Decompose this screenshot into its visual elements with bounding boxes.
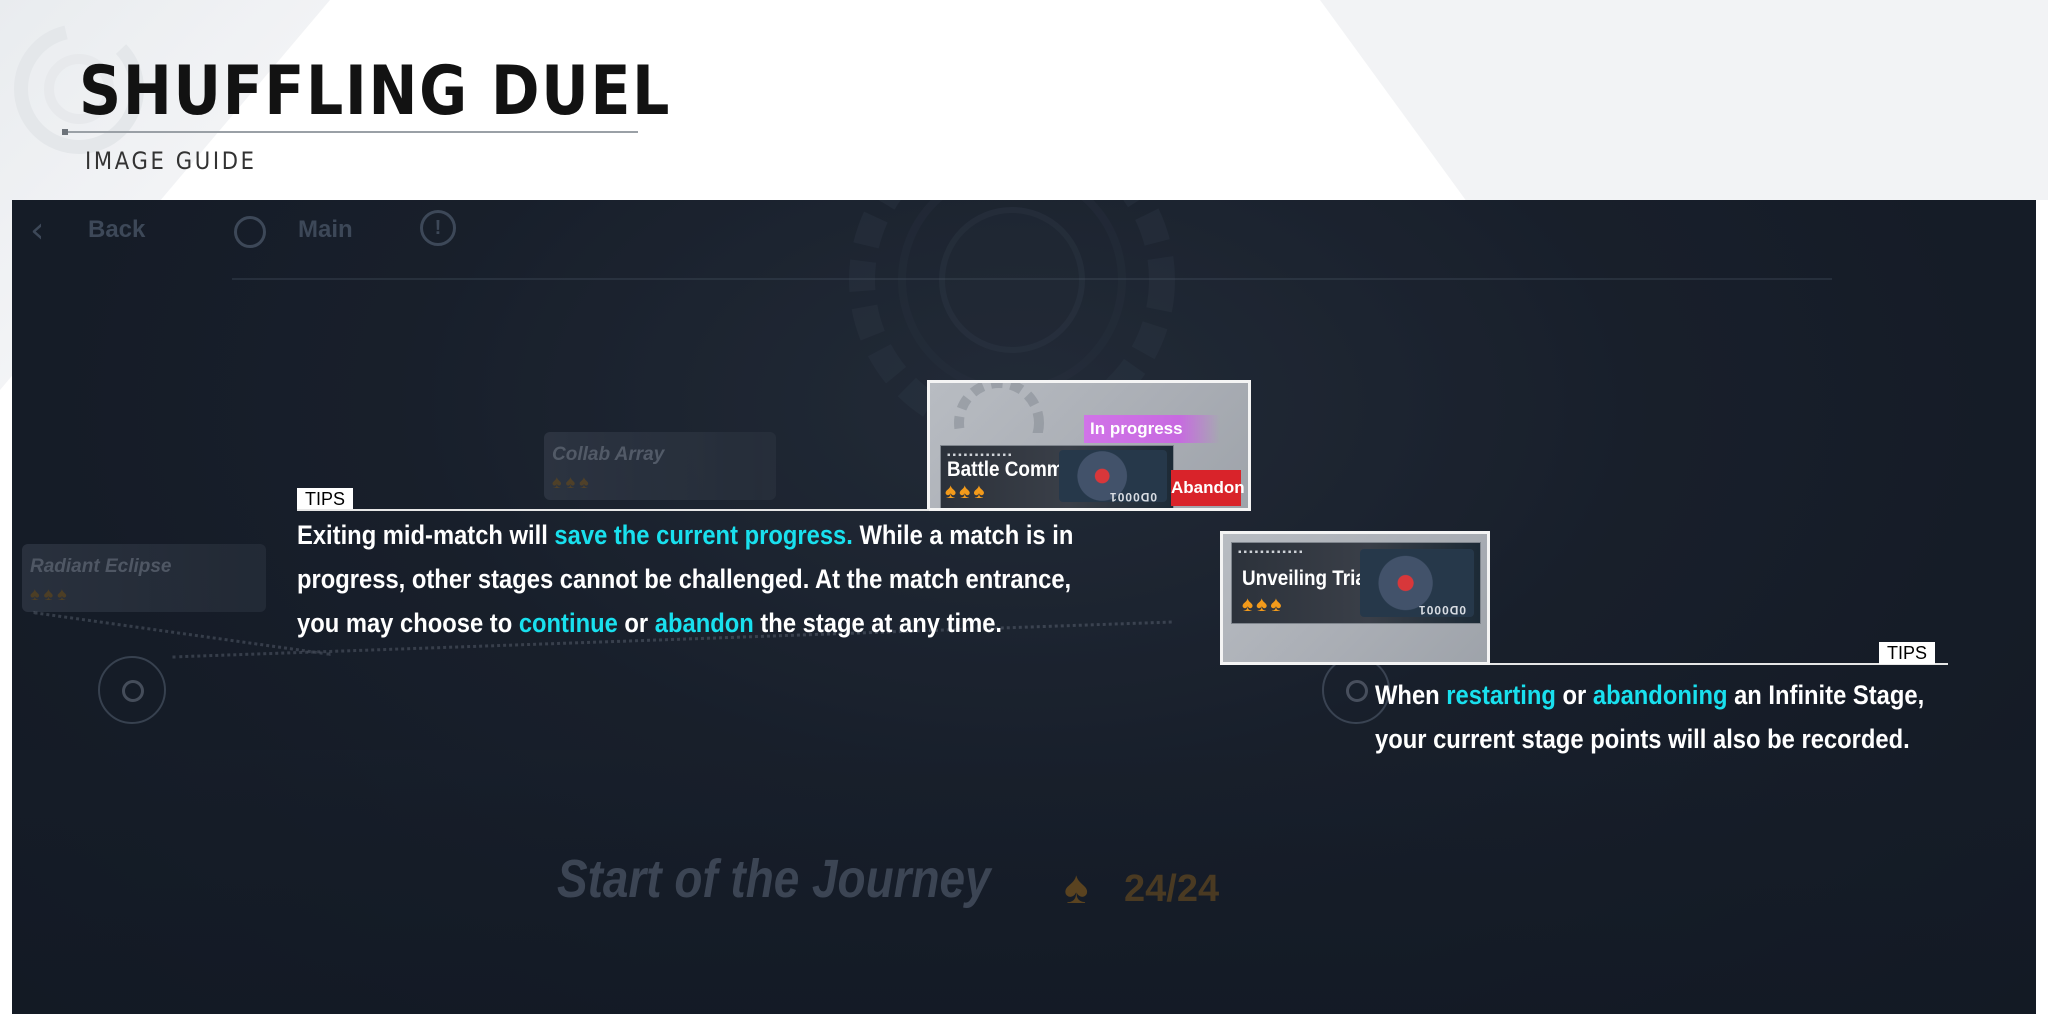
tip-segment: the stage at any time. (753, 608, 1003, 638)
stage-stars: ♠♠♠ (945, 480, 988, 503)
page-title: SHUFFLING DUEL (79, 52, 672, 131)
title-divider-marker (62, 129, 68, 135)
stage-node (98, 656, 166, 724)
home-circle-icon[interactable] (234, 216, 266, 248)
tip-text-save-progress: Exiting mid-match will save the current … (297, 513, 1107, 645)
page-subtitle: IMAGE GUIDE (85, 147, 257, 175)
stage-card-body: ▪▪▪▪▪▪▪▪▪▪▪▪ Unveiling Trial ♠♠♠ 0D0001 (1231, 542, 1481, 624)
stage-card-body: ▪▪▪▪▪▪▪▪▪▪▪▪ Battle Command ♠♠♠ 0D0001 (940, 445, 1174, 508)
tips-badge: TIPS (297, 488, 354, 510)
header-background-right (1320, 0, 2048, 200)
gear-emblem-icon (954, 383, 1044, 433)
tip-segment: you may choose to (297, 608, 519, 638)
tip-segment: an Infinite Stage, (1727, 680, 1925, 710)
journey-progress-count: 24/24 (1124, 868, 1220, 910)
tip-highlight: save the current progress. (554, 520, 853, 550)
tips-badge: TIPS (1879, 642, 1936, 664)
tip-highlight: continue (518, 608, 618, 638)
tip-segment: While a match is in (852, 520, 1074, 550)
back-button[interactable]: Back (88, 216, 145, 244)
battle-command-card[interactable]: In progress ▪▪▪▪▪▪▪▪▪▪▪▪ Battle Command … (927, 380, 1251, 511)
journey-title: Start of the Journey (557, 849, 991, 909)
stage-code: 0D0001 (1109, 490, 1158, 504)
unveiling-trial-card[interactable]: ▪▪▪▪▪▪▪▪▪▪▪▪ Unveiling Trial ♠♠♠ 0D0001 (1220, 531, 1490, 665)
tip-segment: progress, other stages cannot be challen… (297, 564, 1072, 594)
spade-icon: ♠ (1064, 861, 1089, 913)
stage-stars: ♠♠♠ (1242, 593, 1285, 616)
stage-code: 0D0001 (1418, 603, 1467, 617)
tips-underline (297, 509, 929, 511)
tip-highlight: abandon (654, 608, 754, 638)
title-divider (64, 131, 638, 133)
stage-stars: ♠♠♠ (30, 584, 71, 604)
tip-highlight: abandoning (1592, 680, 1728, 710)
back-arrow-icon[interactable]: ‹ (30, 210, 44, 251)
tip-segment: your current stage points will also be r… (1375, 724, 1910, 754)
main-button[interactable]: Main (298, 216, 353, 244)
stage-name: Unveiling Trial (1242, 567, 1372, 590)
abandon-button[interactable]: Abandon (1171, 470, 1245, 506)
in-progress-badge: In progress (1084, 415, 1220, 443)
stage-name: Collab Array (552, 444, 665, 465)
tip-segment: When (1375, 680, 1447, 710)
stage-card-radiant-eclipse: Radiant Eclipse ♠♠♠ (22, 544, 266, 612)
tip-text-infinite-stage: When restarting or abandoning an Infinit… (1375, 673, 1947, 761)
stage-card-collab-array: Collab Array ♠♠♠ (544, 432, 776, 500)
tip-segment: or (1555, 680, 1593, 710)
tip-segment: Exiting mid-match will (297, 520, 555, 550)
info-icon[interactable]: ! (420, 210, 456, 246)
stage-stars: ♠♠♠ (552, 472, 593, 492)
card-dots: ▪▪▪▪▪▪▪▪▪▪▪▪ (1238, 547, 1305, 558)
tip-segment: or (617, 608, 655, 638)
tip-highlight: restarting (1446, 680, 1556, 710)
stage-name: Radiant Eclipse (30, 556, 172, 577)
